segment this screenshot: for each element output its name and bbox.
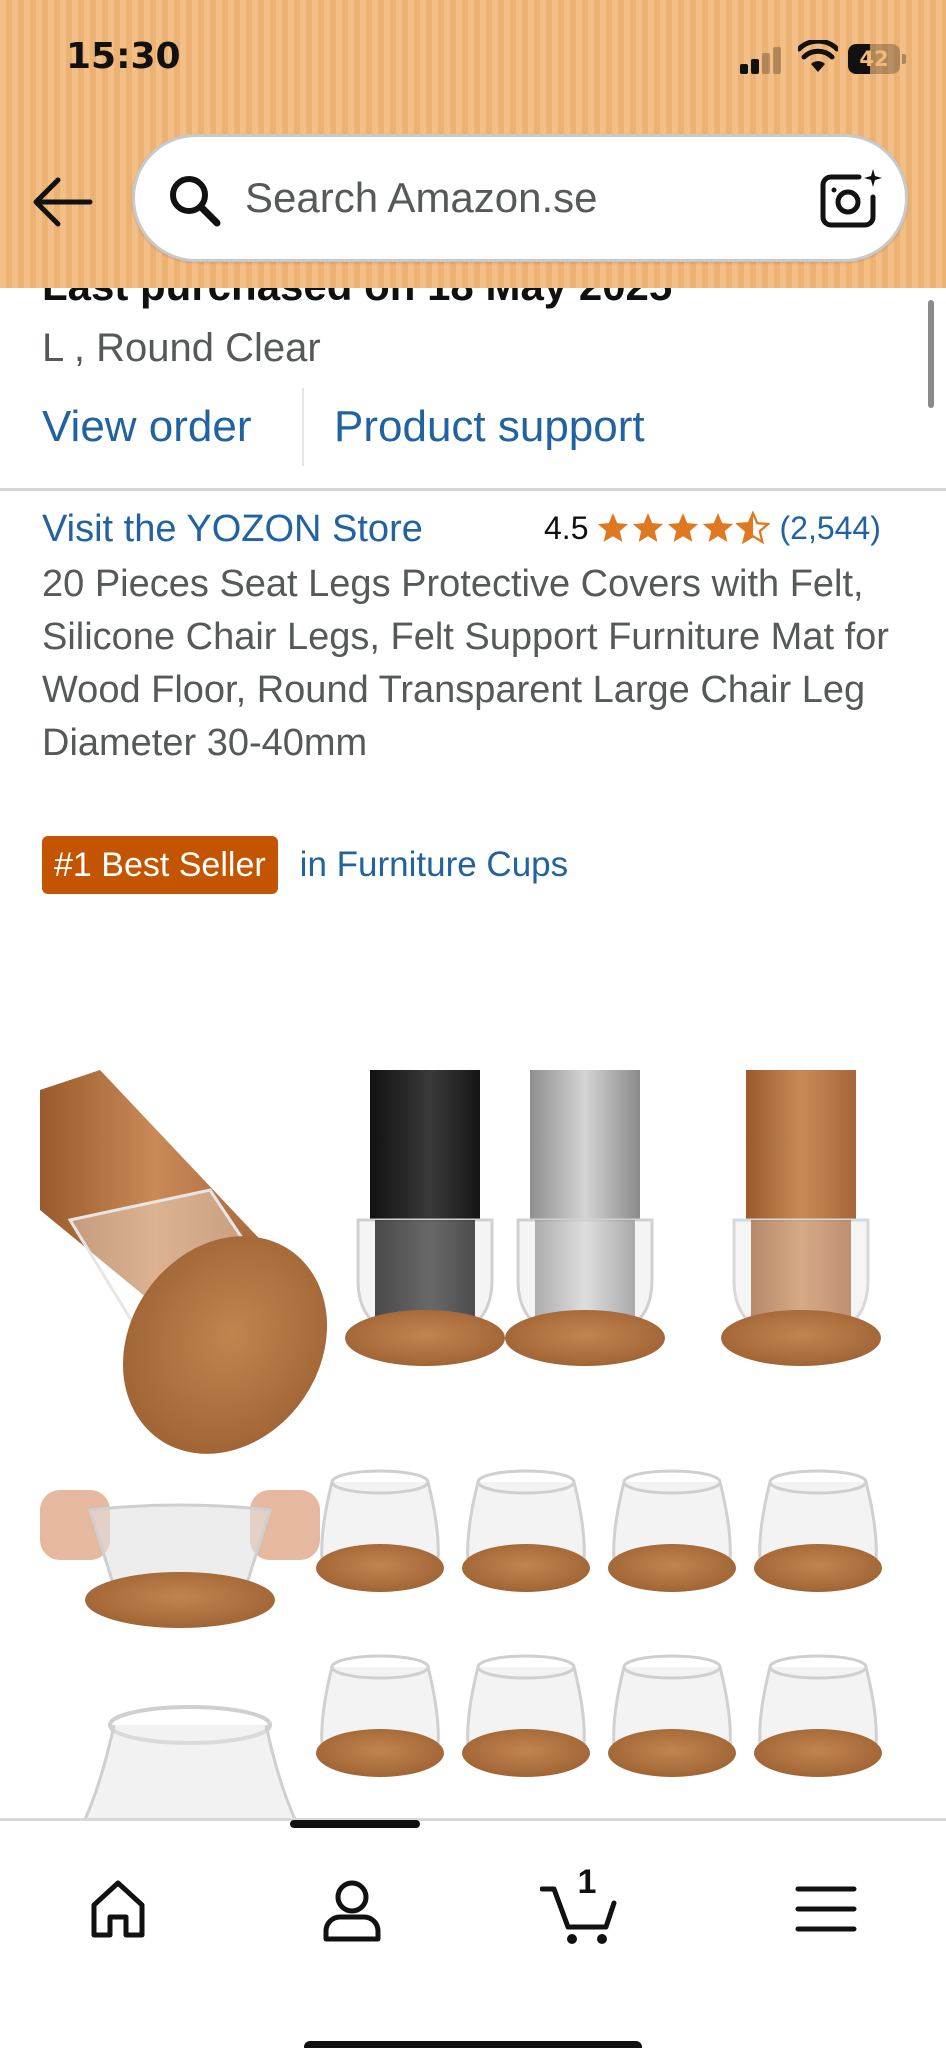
back-arrow-icon xyxy=(33,177,93,227)
search-icon xyxy=(170,176,221,227)
nav-top-handle xyxy=(290,1820,420,1828)
nav-home-button[interactable] xyxy=(78,1869,158,1949)
product-support-link[interactable]: Product support xyxy=(334,402,645,452)
star-full-icon xyxy=(633,513,664,542)
bestseller-row[interactable]: #1 Best Seller in Furniture Cups xyxy=(42,836,568,894)
wifi-icon xyxy=(798,40,838,72)
bestseller-category-link[interactable]: in Furniture Cups xyxy=(300,845,568,885)
rating-row[interactable]: 4.5 (2,544) xyxy=(544,508,881,548)
hamburger-menu-icon xyxy=(795,1886,857,1932)
cup-illustration xyxy=(316,1469,444,1592)
star-half-icon xyxy=(736,511,771,545)
search-placeholder: Search Amazon.se xyxy=(245,174,598,221)
battery-level: 42 xyxy=(859,47,889,71)
nav-cart-button[interactable]: 1 xyxy=(539,1863,620,1949)
star-full-icon xyxy=(668,513,699,542)
bestseller-badge: #1 Best Seller xyxy=(42,836,278,894)
product-image[interactable] xyxy=(40,1070,910,1820)
cup-illustration xyxy=(316,1654,444,1777)
section-divider xyxy=(0,488,946,491)
star-rating xyxy=(596,511,771,545)
store-link[interactable]: Visit the YOZON Store xyxy=(42,508,423,551)
cart-count-badge: 1 xyxy=(577,1863,597,1901)
battery-icon: 42 xyxy=(848,44,906,74)
cup-illustration xyxy=(754,1654,882,1777)
variant-text: L , Round Clear xyxy=(42,326,321,370)
home-icon xyxy=(91,1880,145,1938)
link-divider xyxy=(302,388,304,466)
cup-illustration xyxy=(754,1469,882,1592)
back-button[interactable] xyxy=(28,168,96,236)
bottom-navigation: 1 xyxy=(0,1818,946,2048)
home-indicator xyxy=(304,2041,642,2048)
cup-illustration xyxy=(462,1469,590,1592)
nav-menu-button[interactable] xyxy=(786,1869,866,1949)
person-icon xyxy=(323,1880,381,1942)
cup-illustration xyxy=(608,1654,736,1777)
scrollbar[interactable] xyxy=(928,300,934,408)
rating-value: 4.5 xyxy=(544,509,589,546)
star-full-icon xyxy=(703,513,734,542)
top-header: 15:30 42 Search Amazon.se xyxy=(0,0,946,288)
cellular-signal-icon xyxy=(740,44,788,74)
camera-scan-icon[interactable] xyxy=(815,165,883,233)
cup-illustration xyxy=(608,1469,736,1592)
search-input[interactable]: Search Amazon.se xyxy=(132,134,908,262)
view-order-link[interactable]: View order xyxy=(42,402,252,452)
cup-illustration xyxy=(462,1654,590,1777)
rating-count: (2,544) xyxy=(779,509,881,546)
product-title: 20 Pieces Seat Legs Protective Covers wi… xyxy=(42,563,889,764)
star-full-icon xyxy=(598,513,629,542)
status-time: 15:30 xyxy=(66,36,181,77)
nav-account-button[interactable] xyxy=(312,1869,392,1949)
